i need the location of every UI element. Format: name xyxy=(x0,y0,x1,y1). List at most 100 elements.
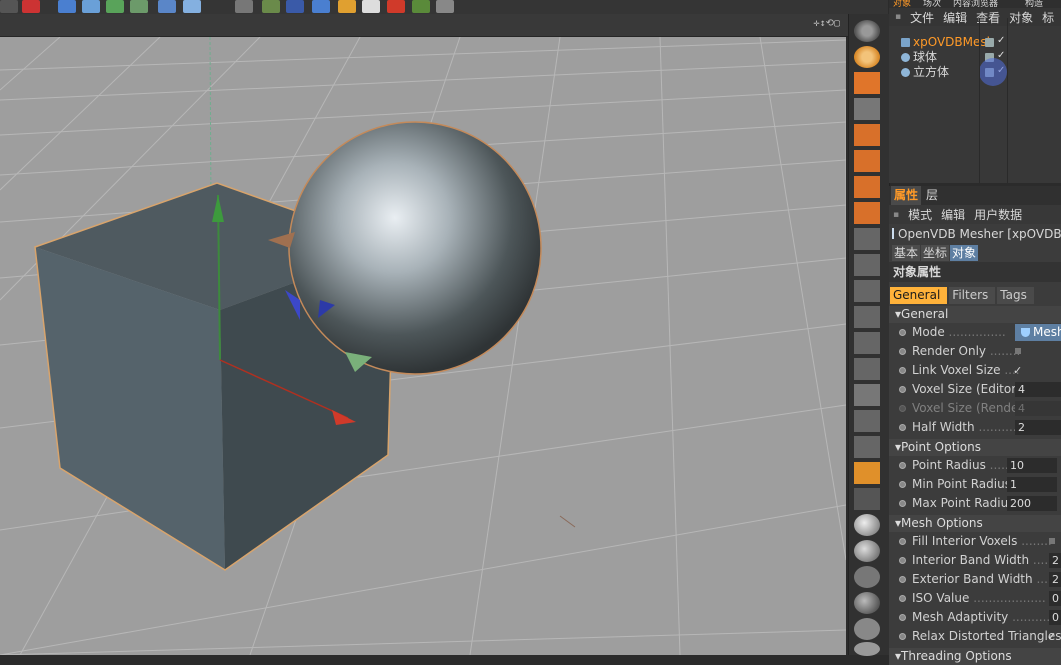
interior-band-field[interactable]: 2 xyxy=(1049,553,1061,568)
pen-icon[interactable] xyxy=(82,0,100,13)
joint-icon[interactable] xyxy=(854,98,880,120)
layer-flag-icon[interactable] xyxy=(985,38,994,47)
polygon-cube-icon[interactable] xyxy=(854,228,880,250)
iso-value-field[interactable]: 0 xyxy=(1049,591,1061,606)
3d-viewport[interactable] xyxy=(0,37,846,655)
tab-filters[interactable]: Filters xyxy=(949,287,996,304)
hex-object-icon[interactable] xyxy=(854,72,880,94)
menu-tags[interactable]: 标 xyxy=(1042,9,1054,26)
exterior-band-field[interactable]: 2 xyxy=(1049,572,1061,587)
quad-sphere-icon[interactable] xyxy=(854,566,880,588)
subtab-basic[interactable]: 基本 xyxy=(892,244,921,261)
group-point-options[interactable]: ▾Point Options xyxy=(889,439,1061,456)
object-row-sphere[interactable]: 球体 ✓ xyxy=(889,50,1061,65)
refresh-icon[interactable] xyxy=(854,254,880,276)
sphere-dark-icon[interactable] xyxy=(854,592,880,614)
viewport-nav-controls[interactable]: ✛↕⟲▢ xyxy=(814,18,840,29)
menu-edit[interactable]: 编辑 xyxy=(943,9,967,26)
animate-dot-icon[interactable] xyxy=(899,462,906,469)
animate-dot-icon[interactable] xyxy=(899,329,906,336)
animate-dot-icon[interactable] xyxy=(899,500,906,507)
tab-objects[interactable]: 对象 xyxy=(893,0,911,8)
tab-general[interactable]: General xyxy=(890,287,948,304)
tab-content-browser[interactable]: 内容浏览器 xyxy=(953,0,998,8)
subtab-object[interactable]: 对象 xyxy=(950,244,979,261)
knife-tool-icon[interactable] xyxy=(854,124,880,146)
deformer-icon[interactable] xyxy=(158,0,176,13)
render-icon[interactable] xyxy=(22,0,40,13)
shuffle-icon[interactable] xyxy=(854,488,880,510)
min-point-radius-field[interactable]: 1 xyxy=(1007,477,1057,492)
tab-attributes[interactable]: 属性 xyxy=(891,186,922,205)
box-wire-2-icon[interactable] xyxy=(854,436,880,458)
python-icon[interactable] xyxy=(412,0,430,13)
tab-tags[interactable]: Tags xyxy=(997,287,1034,304)
animate-dot-icon[interactable] xyxy=(899,538,906,545)
animate-dot-icon[interactable] xyxy=(899,614,906,621)
mesh-adaptivity-field[interactable]: 0 xyxy=(1049,610,1061,625)
spiral-icon[interactable] xyxy=(854,20,880,42)
render-only-checkbox[interactable] xyxy=(1015,348,1021,354)
shader-icon[interactable] xyxy=(312,0,330,13)
tab-takes[interactable]: 场次 xyxy=(923,0,941,8)
relax-triangles-checkbox[interactable]: ✓ xyxy=(1047,627,1056,646)
menu-mode[interactable]: 模式 xyxy=(908,206,932,223)
fill-interior-checkbox[interactable] xyxy=(1049,538,1055,544)
pencil-icon[interactable] xyxy=(854,332,880,354)
material-icon[interactable] xyxy=(362,0,380,13)
group-threading-options[interactable]: ▾Threading Options xyxy=(889,648,1061,665)
grid-icon[interactable] xyxy=(854,384,880,406)
animate-dot-icon[interactable] xyxy=(899,633,906,640)
plugin-icon[interactable] xyxy=(436,0,454,13)
mode-dropdown[interactable]: Mesh xyxy=(1015,324,1061,341)
light-icon[interactable] xyxy=(262,0,280,13)
floor-icon[interactable] xyxy=(183,0,201,13)
animate-dot-icon[interactable] xyxy=(899,386,906,393)
tab-layers[interactable]: 层 xyxy=(923,186,941,205)
object-row-mesher[interactable]: xpOVDBMesl ✓ xyxy=(889,35,1061,50)
animate-dot-icon[interactable] xyxy=(899,424,906,431)
group-general[interactable]: ▾General xyxy=(889,306,1061,323)
sun-icon[interactable] xyxy=(338,0,356,13)
voxel-editor-field[interactable]: 4 xyxy=(1015,382,1061,397)
box-outline-icon[interactable] xyxy=(854,358,880,380)
mograph-icon[interactable] xyxy=(286,0,304,13)
sphere-checker-icon[interactable] xyxy=(854,618,880,640)
animate-dot-icon[interactable] xyxy=(899,367,906,374)
menu-object[interactable]: 对象 xyxy=(1009,9,1033,26)
brush-tool-icon[interactable] xyxy=(854,150,880,172)
spline-icon[interactable] xyxy=(854,306,880,328)
sphere-shade-icon[interactable] xyxy=(854,514,880,536)
subdivision-icon[interactable] xyxy=(106,0,124,13)
menu-user-data[interactable]: 用户数据 xyxy=(974,206,1022,223)
ruler-icon[interactable] xyxy=(854,280,880,302)
sphere-shade-2-icon[interactable] xyxy=(854,540,880,562)
cube-icon[interactable] xyxy=(58,0,76,13)
tab-structure[interactable]: 构造 xyxy=(1025,0,1043,8)
animate-dot-icon[interactable] xyxy=(899,595,906,602)
brush-orange-icon[interactable] xyxy=(854,462,880,484)
sphere-quad-2-icon[interactable] xyxy=(854,642,880,656)
transform-tool-icon[interactable] xyxy=(854,176,880,198)
record-icon[interactable] xyxy=(387,0,405,13)
half-width-field[interactable]: 2 xyxy=(1015,420,1061,435)
undo-icon[interactable] xyxy=(0,0,18,13)
group-mesh-options[interactable]: ▾Mesh Options xyxy=(889,515,1061,532)
max-point-radius-field[interactable]: 200 xyxy=(1007,496,1057,511)
animate-dot-icon[interactable] xyxy=(899,348,906,355)
link-voxel-checkbox[interactable]: ✓ xyxy=(1013,361,1022,380)
animate-dot-icon[interactable] xyxy=(899,557,906,564)
subtab-coord[interactable]: 坐标 xyxy=(921,244,950,261)
box-wire-icon[interactable] xyxy=(854,410,880,432)
camera-icon[interactable] xyxy=(235,0,253,13)
animate-dot-icon[interactable] xyxy=(899,576,906,583)
torus-icon[interactable] xyxy=(854,46,880,68)
animate-dot-icon[interactable] xyxy=(899,481,906,488)
array-icon[interactable] xyxy=(130,0,148,13)
enable-check-icon[interactable]: ✓ xyxy=(997,35,1005,46)
object-row-cube[interactable]: 立方体 ✓ xyxy=(889,65,1061,80)
point-radius-field[interactable]: 10 xyxy=(1007,458,1057,473)
node-tool-icon[interactable] xyxy=(854,202,880,224)
menu-file[interactable]: 文件 xyxy=(910,9,934,26)
menu-edit[interactable]: 编辑 xyxy=(941,206,965,223)
